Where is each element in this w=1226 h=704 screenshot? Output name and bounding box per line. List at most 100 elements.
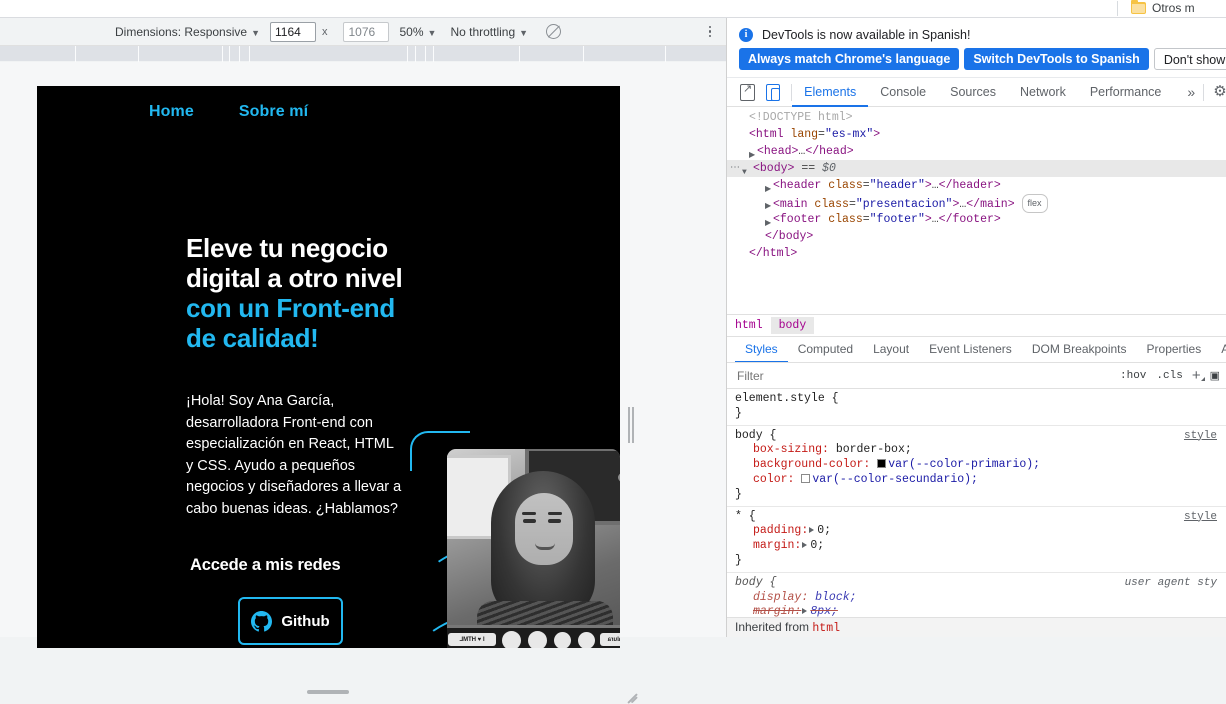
css-declaration[interactable]: background-color: var(--color-primario);	[735, 458, 1226, 473]
hero-photo-decoration: I ♥ HTML alura S alura JS python alur	[382, 391, 620, 648]
device-viewport-area: Home Sobre mí Eleve tu negocio digital a…	[0, 62, 726, 704]
dom-tree[interactable]: <!DOCTYPE html> <html lang="es-mx"> ▶ <he…	[727, 107, 1226, 310]
styles-rules-pane[interactable]: element.style { } style body { box-sizin…	[727, 389, 1226, 637]
css-rule-universal[interactable]: style * { padding: 0; margin: 0; }	[727, 507, 1226, 573]
info-icon: i	[739, 28, 753, 42]
bookmark-other-label[interactable]: Otros m	[1152, 1, 1195, 15]
css-declaration[interactable]: color: var(--color-secundario);	[735, 473, 1226, 488]
breadcrumb: html body	[727, 314, 1226, 336]
css-prop-value[interactable]: 0;	[817, 524, 831, 537]
css-declaration[interactable]: margin: 0;	[735, 539, 1226, 554]
expand-triangle-icon[interactable]	[802, 608, 808, 615]
tab-event-listeners[interactable]: Event Listeners	[919, 337, 1022, 362]
css-prop-name: padding	[753, 524, 802, 538]
css-rule-source-label: user agent sty	[1124, 576, 1217, 589]
breadcrumb-body[interactable]: body	[770, 317, 815, 334]
css-declaration[interactable]: padding: 0;	[735, 524, 1226, 539]
inspect-element-icon[interactable]	[740, 83, 756, 101]
inherited-label: Inherited from	[735, 620, 810, 634]
css-prop-value: block;	[815, 590, 857, 604]
viewport-width-input[interactable]	[269, 21, 316, 42]
zoom-dropdown[interactable]: 50% ▼	[399, 25, 436, 39]
dom-line-head[interactable]: ▶ <head>…</head>	[727, 143, 1226, 160]
dom-line-header[interactable]: ▶ <header class="header">…</header>	[727, 177, 1226, 194]
github-button-label: Github	[281, 612, 330, 630]
css-prop-name: display	[753, 590, 802, 604]
breadcrumb-html[interactable]: html	[727, 317, 771, 334]
tab-properties[interactable]: Properties	[1137, 337, 1212, 362]
css-prop-name: background-color	[753, 458, 864, 472]
dimensions-dropdown[interactable]: Dimensions: Responsive ▼	[115, 25, 260, 39]
dom-doctype-text: <!DOCTYPE html>	[749, 111, 853, 124]
viewport-resize-handle-corner[interactable]	[625, 684, 638, 704]
nav-link-home[interactable]: Home	[149, 103, 194, 121]
css-prop-value[interactable]: var(--color-primario);	[888, 458, 1040, 471]
viewport-resize-handle-bottom[interactable]	[307, 690, 349, 694]
dom-line-footer[interactable]: ▶ <footer class="footer">…</footer>	[727, 211, 1226, 228]
new-style-rule-button[interactable]: +	[1188, 367, 1205, 384]
nav-link-sobre-mi[interactable]: Sobre mí	[239, 103, 308, 121]
print-media-button[interactable]: ▣	[1205, 369, 1225, 383]
color-swatch-icon[interactable]	[877, 459, 887, 469]
dom-line-html[interactable]: <html lang="es-mx">	[727, 126, 1226, 143]
notification-message: DevTools is now available in Spanish!	[762, 28, 971, 42]
switch-to-spanish-button[interactable]: Switch DevTools to Spanish	[964, 48, 1149, 70]
css-selector[interactable]: body {	[735, 429, 1226, 444]
tab-styles[interactable]: Styles	[735, 337, 788, 362]
css-prop-value[interactable]: border-box;	[836, 443, 912, 456]
css-rule-source-link[interactable]: style	[1184, 510, 1217, 525]
viewport-height-input[interactable]	[343, 21, 390, 42]
css-declaration[interactable]: box-sizing: border-box;	[735, 443, 1226, 458]
dom-line-doctype[interactable]: <!DOCTYPE html>	[727, 109, 1226, 126]
dom-line-body-selected[interactable]: ⋯ ▼ <body> == $0	[727, 160, 1226, 177]
cls-toggle-button[interactable]: .cls	[1151, 370, 1187, 382]
tab-accessibility[interactable]: Ac	[1211, 337, 1226, 362]
tab-network[interactable]: Network	[1008, 78, 1078, 107]
toggle-device-toolbar-icon[interactable]	[766, 83, 781, 101]
styles-filter-bar: :hov .cls + ▣	[727, 363, 1226, 389]
gear-icon[interactable]: ⚙	[1213, 84, 1226, 100]
dimension-separator: x	[321, 25, 328, 38]
hero-paragraph: ¡Hola! Soy Ana García, desarrolladora Fr…	[186, 393, 402, 517]
tab-performance[interactable]: Performance	[1078, 78, 1174, 107]
expand-triangle-icon[interactable]	[809, 527, 815, 534]
tab-elements[interactable]: Elements	[792, 78, 868, 107]
color-swatch-icon[interactable]	[801, 473, 811, 483]
css-declaration[interactable]: display: block;	[735, 591, 1226, 606]
devtools-language-notification: i DevTools is now available in Spanish! …	[727, 18, 1226, 78]
viewport-resize-handle-right[interactable]	[628, 407, 634, 443]
tab-sources[interactable]: Sources	[938, 78, 1008, 107]
tab-dom-breakpoints[interactable]: DOM Breakpoints	[1022, 337, 1137, 362]
expand-triangle-icon[interactable]	[802, 542, 808, 549]
dom-line-body-close[interactable]: </body>	[727, 228, 1226, 245]
circle-slash-icon[interactable]	[546, 24, 562, 39]
styles-filter-input[interactable]	[735, 366, 1115, 385]
styles-sidebar-tabbar: Styles Computed Layout Event Listeners D…	[727, 336, 1226, 363]
github-link-button[interactable]: Github	[238, 597, 343, 645]
throttling-dropdown[interactable]: No throttling ▼	[450, 25, 528, 39]
css-rule-body[interactable]: style body { box-sizing: border-box; bac…	[727, 426, 1226, 507]
css-prop-value[interactable]: var(--color-secundario);	[812, 473, 978, 486]
tab-computed[interactable]: Computed	[788, 337, 863, 362]
inherited-section-header: Inherited from html	[727, 617, 1226, 637]
page-preview-frame[interactable]: Home Sobre mí Eleve tu negocio digital a…	[37, 86, 620, 648]
css-rule-close: }	[735, 487, 742, 501]
device-ruler[interactable]	[0, 46, 726, 62]
css-prop-value[interactable]: 0;	[810, 539, 824, 552]
css-selector[interactable]: element.style {	[735, 392, 1226, 407]
github-icon	[251, 610, 273, 631]
always-match-language-button[interactable]: Always match Chrome's language	[739, 48, 960, 70]
css-selector[interactable]: * {	[735, 510, 1226, 525]
dom-line-main[interactable]: ▶ <main class="presentacion">…</main> fle…	[727, 194, 1226, 213]
css-rule-element-style[interactable]: element.style { }	[727, 389, 1226, 426]
css-rule-source-link[interactable]: style	[1184, 429, 1217, 444]
inherited-target[interactable]: html	[812, 622, 840, 635]
tab-layout[interactable]: Layout	[863, 337, 919, 362]
dont-show-again-button[interactable]: Don't show again	[1153, 48, 1226, 70]
tab-console[interactable]: Console	[868, 78, 938, 107]
hov-toggle-button[interactable]: :hov	[1115, 370, 1151, 382]
hero-heading-accent: con un Front-end de calidad!	[186, 293, 395, 353]
dom-line-html-close[interactable]: </html>	[727, 245, 1226, 262]
kebab-menu-icon[interactable]	[702, 24, 718, 40]
more-panels-icon[interactable]: »	[1179, 84, 1203, 100]
